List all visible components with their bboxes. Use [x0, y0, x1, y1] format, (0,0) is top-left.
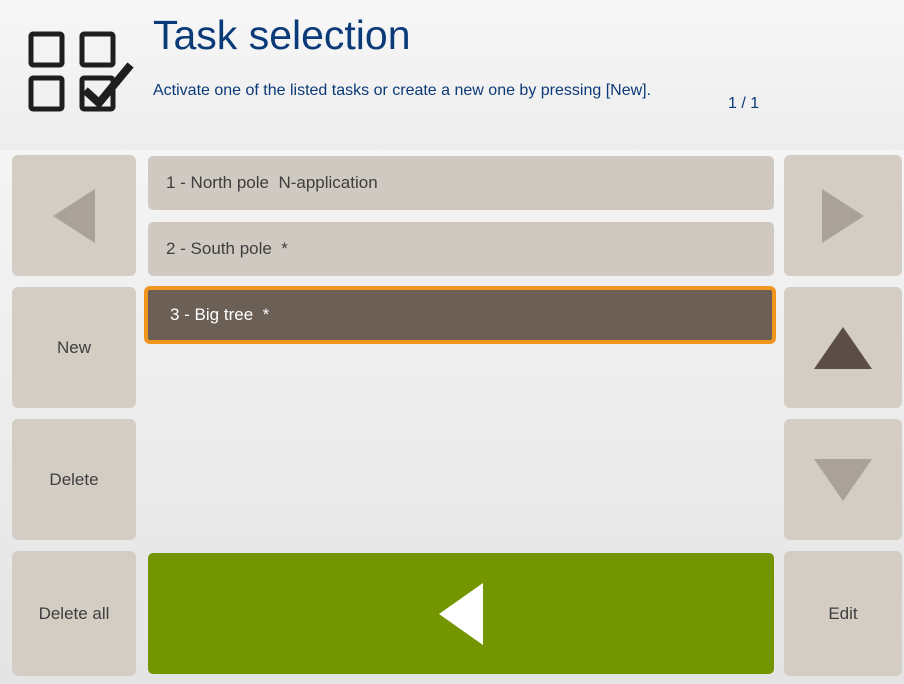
delete-all-button[interactable]: Delete all: [12, 551, 136, 676]
new-button[interactable]: New: [12, 287, 136, 408]
play-back-icon: [439, 582, 483, 645]
header: Task selection Activate one of the liste…: [0, 0, 904, 150]
confirm-back-button[interactable]: [148, 553, 774, 674]
edit-button[interactable]: Edit: [784, 551, 902, 676]
arrow-right-icon: [822, 188, 864, 243]
scroll-up-button[interactable]: [784, 287, 902, 408]
task-row-3-selected[interactable]: 3 - Big tree *: [144, 286, 776, 344]
arrow-left-icon: [53, 188, 95, 243]
task-row-1[interactable]: 1 - North pole N-application: [148, 156, 774, 210]
page-subtitle: Activate one of the listed tasks or crea…: [153, 82, 652, 99]
page-indicator: 1 / 1: [728, 95, 760, 112]
page-title: Task selection: [153, 12, 411, 58]
arrow-down-icon: [814, 458, 872, 501]
task-checklist-icon: [28, 31, 134, 112]
scroll-down-button[interactable]: [784, 419, 902, 540]
task-row-2[interactable]: 2 - South pole *: [148, 222, 774, 276]
next-button[interactable]: [784, 155, 902, 276]
task-selection-screen: Task selection Activate one of the liste…: [0, 0, 904, 684]
previous-button[interactable]: [12, 155, 136, 276]
arrow-up-icon: [814, 326, 872, 369]
delete-button[interactable]: Delete: [12, 419, 136, 540]
